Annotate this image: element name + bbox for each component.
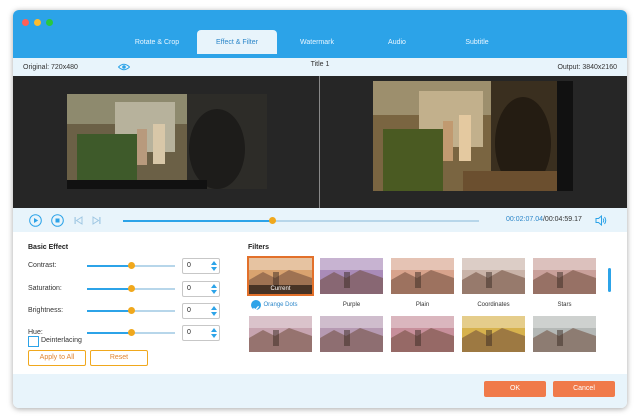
tab-bar: Rotate & Crop Effect & Filter Watermark … [117, 30, 517, 54]
contrast-value[interactable]: 0 [187, 262, 191, 269]
volume-icon[interactable] [595, 215, 607, 226]
deinterlacing-label: Deinterlacing [41, 337, 82, 344]
video-title: Title 1 [310, 61, 330, 68]
previous-frame-icon[interactable] [74, 216, 83, 225]
saturation-stepper[interactable]: 0 [182, 281, 220, 297]
filter-thumbnail[interactable]: Current [247, 256, 314, 296]
brightness-slider[interactable] [87, 307, 175, 314]
current-filter-caption: Current [249, 285, 312, 294]
decrement-arrow-icon[interactable] [211, 334, 217, 338]
filter-name: Purple [342, 302, 361, 308]
saturation-row: Saturation: 0 [28, 281, 238, 297]
tab-watermark[interactable]: Watermark [277, 30, 357, 54]
brightness-handle[interactable] [127, 307, 135, 314]
filter-thumbnail[interactable] [391, 316, 454, 352]
preview-divider [319, 76, 320, 208]
filter-thumbnail[interactable] [320, 316, 383, 352]
filter-thumbnail[interactable] [249, 316, 312, 352]
contrast-row: Contrast: 0 [28, 258, 238, 274]
filter-thumbnail[interactable] [533, 316, 596, 352]
saturation-slider[interactable] [87, 285, 175, 292]
filter-name: Stars [557, 302, 572, 308]
cancel-button[interactable]: Cancel [553, 381, 615, 397]
brightness-row: Brightness: 0 [28, 303, 238, 319]
hue-handle[interactable] [127, 329, 135, 336]
contrast-stepper[interactable]: 0 [182, 258, 220, 274]
effect-filter-window: Rotate & Crop Effect & Filter Watermark … [13, 10, 627, 408]
hue-stepper[interactable]: 0 [182, 325, 220, 341]
brightness-label: Brightness: [28, 307, 64, 314]
tab-audio[interactable]: Audio [357, 30, 437, 54]
increment-arrow-icon[interactable] [211, 306, 217, 310]
hue-slider[interactable] [87, 329, 175, 336]
timeline-slider[interactable] [123, 217, 479, 224]
ok-button[interactable]: OK [484, 381, 546, 397]
hue-label: Hue: [28, 329, 43, 336]
next-frame-icon[interactable] [92, 216, 101, 225]
contrast-label: Contrast: [28, 262, 57, 269]
minimize-window-button[interactable] [34, 19, 41, 26]
increment-arrow-icon[interactable] [211, 328, 217, 332]
settings-panel: Basic Effect Contrast: 0 Saturation: 0 B… [13, 232, 627, 374]
increment-arrow-icon[interactable] [211, 284, 217, 288]
close-window-button[interactable] [22, 19, 29, 26]
output-resolution: Output: 3840x2160 [557, 64, 617, 71]
filter-thumbnail[interactable] [391, 258, 454, 294]
current-time: 00:02:07.04 [506, 216, 543, 223]
apply-to-all-button[interactable]: Apply to All [28, 350, 86, 366]
decrement-arrow-icon[interactable] [211, 267, 217, 271]
contrast-handle[interactable] [127, 262, 135, 269]
filter-thumbnail[interactable] [533, 258, 596, 294]
increment-arrow-icon[interactable] [211, 261, 217, 265]
timeline-progress [123, 220, 273, 222]
decrement-arrow-icon[interactable] [211, 290, 217, 294]
tab-rotate-crop[interactable]: Rotate & Crop [117, 30, 197, 54]
selected-check-icon [251, 300, 261, 311]
preview-area [13, 76, 627, 208]
time-display: 00:02:07.04/00:04:59.17 [506, 216, 582, 223]
zoom-window-button[interactable] [46, 19, 53, 26]
deinterlacing-checkbox[interactable] [28, 336, 39, 347]
reset-button[interactable]: Reset [90, 350, 148, 366]
output-preview [373, 81, 573, 191]
filter-name: Plain [415, 302, 430, 308]
filter-thumbnail[interactable] [320, 258, 383, 294]
brightness-stepper[interactable]: 0 [182, 303, 220, 319]
saturation-handle[interactable] [127, 285, 135, 292]
filter-thumbnail[interactable] [462, 258, 525, 294]
filter-thumbnail[interactable] [462, 316, 525, 352]
original-preview [67, 94, 267, 189]
playback-controls: 00:02:07.04/00:04:59.17 [13, 208, 627, 232]
stop-icon[interactable] [51, 214, 64, 227]
footer-bar: OK Cancel [13, 374, 627, 408]
timeline-handle[interactable] [269, 217, 277, 224]
filter-name: Coordinates [477, 302, 510, 308]
total-time: /00:04:59.17 [542, 216, 582, 223]
hue-value[interactable]: 0 [187, 329, 191, 336]
saturation-value[interactable]: 0 [187, 285, 191, 292]
saturation-label: Saturation: [28, 285, 62, 292]
basic-effect-heading: Basic Effect [28, 244, 69, 251]
decrement-arrow-icon[interactable] [211, 312, 217, 316]
play-icon[interactable] [29, 214, 42, 227]
contrast-slider[interactable] [87, 262, 175, 269]
info-bar: Original: 720x480 Title 1 Output: 3840x2… [13, 58, 627, 76]
brightness-value[interactable]: 0 [187, 307, 191, 314]
filters-heading: Filters [248, 244, 270, 251]
tab-effect-filter[interactable]: Effect & Filter [197, 30, 277, 54]
tab-subtitle[interactable]: Subtitle [437, 30, 517, 54]
filter-scrollbar[interactable] [608, 268, 611, 292]
